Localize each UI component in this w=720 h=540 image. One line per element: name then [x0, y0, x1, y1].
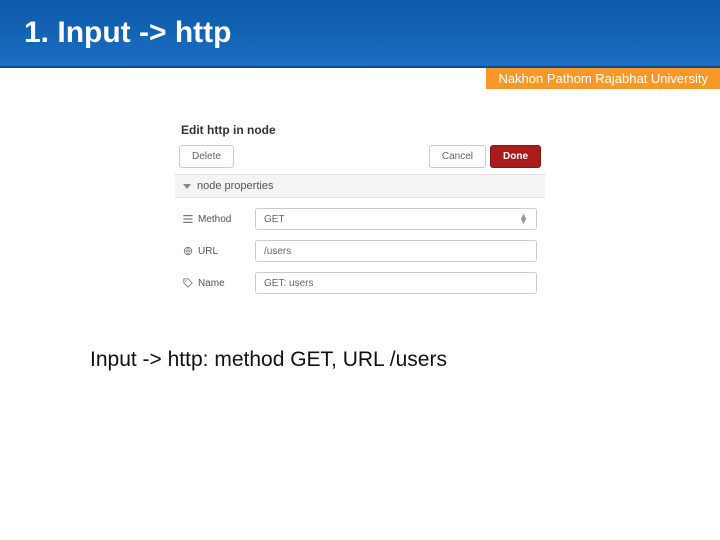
url-input[interactable]: /users — [255, 240, 537, 262]
university-strip: Nakhon Pathom Rajabhat University — [0, 68, 720, 89]
slide-title: 1. Input -> http — [24, 16, 231, 50]
university-tag: Nakhon Pathom Rajabhat University — [486, 68, 720, 89]
globe-icon — [183, 246, 193, 256]
name-label: Name — [198, 278, 225, 289]
name-row: Name GET: users — [183, 272, 537, 294]
cancel-button[interactable]: Cancel — [429, 145, 486, 168]
method-value: GET — [264, 214, 285, 225]
tag-icon — [183, 278, 193, 288]
panel-button-row: Delete Cancel Done — [175, 145, 545, 174]
slide-caption: Input -> http: method GET, URL /users — [90, 348, 720, 372]
form-area: Method GET ▲▼ URL /users — [175, 198, 545, 308]
select-arrows-icon: ▲▼ — [519, 214, 528, 225]
method-row: Method GET ▲▼ — [183, 208, 537, 230]
url-label: URL — [198, 246, 218, 257]
name-value: GET: users — [264, 278, 313, 289]
node-properties-header[interactable]: node properties — [175, 174, 545, 198]
delete-button[interactable]: Delete — [179, 145, 234, 168]
url-row: URL /users — [183, 240, 537, 262]
edit-panel: Edit http in node Delete Cancel Done nod… — [175, 119, 545, 308]
url-value: /users — [264, 246, 291, 257]
section-label: node properties — [197, 180, 273, 192]
name-input[interactable]: GET: users — [255, 272, 537, 294]
done-button[interactable]: Done — [490, 145, 541, 168]
method-label: Method — [198, 214, 231, 225]
slide-header: 1. Input -> http — [0, 0, 720, 68]
chevron-down-icon — [183, 184, 191, 189]
menu-icon — [183, 214, 193, 224]
panel-title: Edit http in node — [175, 119, 545, 145]
method-select[interactable]: GET ▲▼ — [255, 208, 537, 230]
